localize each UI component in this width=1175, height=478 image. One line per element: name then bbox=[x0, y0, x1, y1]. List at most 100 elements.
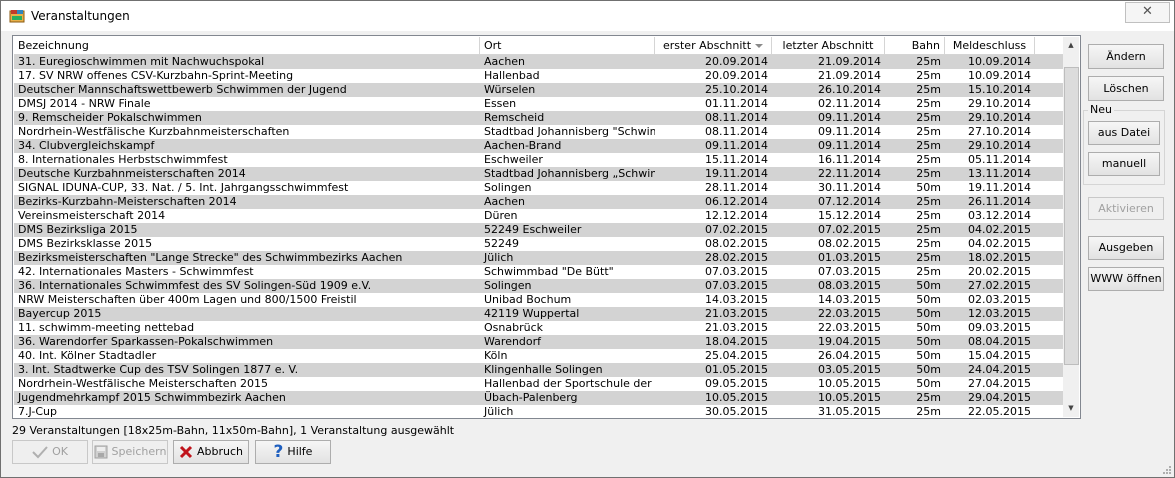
cell-location: Solingen bbox=[484, 181, 532, 194]
cell-last-section: 21.09.2014 bbox=[818, 69, 881, 82]
status-text: 29 Veranstaltungen [18x25m-Bahn, 11x50m-… bbox=[12, 424, 455, 437]
cancel-button[interactable]: Abbruch bbox=[173, 440, 249, 464]
table-row[interactable]: SIGNAL IDUNA-CUP, 33. Nat. / 5. Int. Jah… bbox=[14, 181, 1063, 195]
cell-location: Übach-Palenberg bbox=[484, 391, 578, 404]
cell-last-section: 07.03.2015 bbox=[818, 265, 881, 278]
ok-button[interactable]: OK bbox=[12, 440, 88, 464]
cell-name: 36. Internationales Schwimmfest des SV S… bbox=[18, 279, 372, 292]
close-button[interactable]: ✕ bbox=[1125, 2, 1170, 23]
table-row[interactable]: 40. Int. Kölner Stadtadler Köln 25.04.2015… bbox=[14, 349, 1063, 363]
activate-button[interactable]: Aktivieren bbox=[1088, 197, 1164, 220]
table-row[interactable]: DMS Bezirksliga 2015 52249 Eschweiler 07.0… bbox=[14, 223, 1063, 237]
save-button[interactable]: Speichern bbox=[92, 440, 168, 464]
table-row[interactable]: Nordrhein-Westfälische Kurzbahnmeistersc… bbox=[14, 125, 1063, 139]
cell-last-section: 10.05.2015 bbox=[818, 391, 881, 404]
cell-last-section: 09.11.2014 bbox=[818, 139, 881, 152]
scrollbar-thumb[interactable] bbox=[1064, 67, 1079, 365]
cell-pool: 25m bbox=[916, 153, 941, 166]
table-row[interactable]: Nordrhein-Westfälische Meisterschaften 2… bbox=[14, 377, 1063, 391]
cell-location: Hallenbad bbox=[484, 69, 540, 82]
cell-deadline: 08.04.2015 bbox=[968, 335, 1031, 348]
open-www-button[interactable]: WWW öffnen bbox=[1088, 267, 1164, 291]
cell-location: Remscheid bbox=[484, 111, 545, 124]
cell-first-section: 07.02.2015 bbox=[705, 223, 768, 236]
table-row[interactable]: DMS Bezirksklasse 2015 52249 08.02.2015 08.… bbox=[14, 237, 1063, 251]
delete-button[interactable]: Löschen bbox=[1088, 76, 1164, 101]
cell-name: DMS Bezirksklasse 2015 bbox=[18, 237, 153, 250]
output-button[interactable]: Ausgeben bbox=[1088, 236, 1164, 260]
table-row[interactable]: 34. Clubvergleichskampf Aachen-Brand 09.11… bbox=[14, 139, 1063, 153]
cell-deadline: 04.02.2015 bbox=[968, 223, 1031, 236]
table-row[interactable]: Bezirks-Kurzbahn-Meisterschaften 2014 Aac… bbox=[14, 195, 1063, 209]
cell-pool: 50m bbox=[916, 335, 941, 348]
cell-last-section: 08.03.2015 bbox=[818, 279, 881, 292]
table-row[interactable]: 8. Internationales Herbstschwimmfest Esch… bbox=[14, 153, 1063, 167]
cell-name: 3. Int. Stadtwerke Cup des TSV Solingen … bbox=[18, 363, 299, 376]
cell-deadline: 19.11.2014 bbox=[968, 181, 1031, 194]
cell-first-section: 20.09.2014 bbox=[705, 55, 768, 68]
from-file-button[interactable]: aus Datei bbox=[1088, 121, 1160, 145]
table-row[interactable]: 11. schwimm-meeting nettebad Osnabrück 21.… bbox=[14, 321, 1063, 335]
cell-pool: 25m bbox=[916, 83, 941, 96]
cell-first-section: 06.12.2014 bbox=[705, 195, 768, 208]
cell-first-section: 12.12.2014 bbox=[705, 209, 768, 222]
table-row[interactable]: NRW Meisterschaften über 400m Lagen und … bbox=[14, 293, 1063, 307]
cell-last-section: 07.02.2015 bbox=[818, 223, 881, 236]
cell-last-section: 14.03.2015 bbox=[818, 293, 881, 306]
cell-first-section: 28.02.2015 bbox=[705, 251, 768, 264]
column-header-name[interactable]: Bezeichnung bbox=[14, 37, 480, 54]
table-row[interactable]: 3. Int. Stadtwerke Cup des TSV Solingen … bbox=[14, 363, 1063, 377]
cell-name: 7.J-Cup bbox=[18, 405, 57, 418]
cell-last-section: 30.11.2014 bbox=[818, 181, 881, 194]
table-row[interactable]: 42. Internationales Masters - Schwimmfes… bbox=[14, 265, 1063, 279]
floppy-disk-icon bbox=[94, 445, 108, 459]
cell-deadline: 05.11.2014 bbox=[968, 153, 1031, 166]
table-row[interactable]: Jugendmehrkampf 2015 Schwimmbezirk Aache… bbox=[14, 391, 1063, 405]
table-header: Bezeichnung Ort erster Abschnitt letzter… bbox=[14, 37, 1063, 55]
cell-location: Essen bbox=[484, 97, 517, 110]
column-header-deadline[interactable]: Meldeschluss bbox=[945, 37, 1035, 54]
help-button[interactable]: ? Hilfe bbox=[255, 440, 331, 464]
table-body: 31. Euregioschwimmen mit Nachwuchspokal A… bbox=[14, 55, 1063, 418]
table-row[interactable]: 7.J-Cup Jülich 30.05.2015 31.05.2015 25m 22.0… bbox=[14, 405, 1063, 418]
table-row[interactable]: 36. Internationales Schwimmfest des SV S… bbox=[14, 279, 1063, 293]
cell-deadline: 03.12.2014 bbox=[968, 209, 1031, 222]
cell-last-section: 26.04.2015 bbox=[818, 349, 881, 362]
cell-deadline: 24.04.2015 bbox=[968, 363, 1031, 376]
table-row[interactable]: 36. Warendorfer Sparkassen-Pokalschwimme… bbox=[14, 335, 1063, 349]
cell-pool: 25m bbox=[916, 209, 941, 222]
resize-grip-icon[interactable] bbox=[1162, 465, 1172, 475]
table-row[interactable]: Vereinsmeisterschaft 2014 Düren 12.12.2014… bbox=[14, 209, 1063, 223]
window-title: Veranstaltungen bbox=[31, 9, 130, 23]
cell-name: Nordrhein-Westfälische Kurzbahnmeistersc… bbox=[18, 125, 290, 138]
cell-location: Aachen bbox=[484, 195, 526, 208]
cell-first-section: 08.11.2014 bbox=[705, 125, 768, 138]
events-table[interactable]: Bezeichnung Ort erster Abschnitt letzter… bbox=[12, 35, 1081, 419]
manual-button[interactable]: manuell bbox=[1088, 152, 1160, 176]
table-row[interactable]: 9. Remscheider Pokalschwimmen Remscheid 08… bbox=[14, 111, 1063, 125]
cell-deadline: 29.10.2014 bbox=[968, 97, 1031, 110]
edit-button[interactable]: Ändern bbox=[1088, 44, 1164, 69]
cell-first-section: 10.05.2015 bbox=[705, 391, 768, 404]
table-row[interactable]: Bezirksmeisterschaften "Lange Strecke" d… bbox=[14, 251, 1063, 265]
scroll-down-icon[interactable]: ▼ bbox=[1063, 400, 1079, 417]
vertical-scrollbar[interactable]: ▲ ▼ bbox=[1063, 37, 1079, 417]
cell-location: Solingen bbox=[484, 279, 532, 292]
table-row[interactable]: 17. SV NRW offenes CSV-Kurzbahn-Sprint-M… bbox=[14, 69, 1063, 83]
scroll-up-icon[interactable]: ▲ bbox=[1063, 37, 1079, 54]
cell-pool: 25m bbox=[916, 69, 941, 82]
column-header-location[interactable]: Ort bbox=[480, 37, 655, 54]
cell-name: DMS Bezirksliga 2015 bbox=[18, 223, 138, 236]
table-row[interactable]: Deutscher Mannschaftswettbewerb Schwimme… bbox=[14, 83, 1063, 97]
column-header-pool[interactable]: Bahn bbox=[885, 37, 945, 54]
column-header-first-section[interactable]: erster Abschnitt bbox=[655, 37, 772, 54]
table-row[interactable]: 31. Euregioschwimmen mit Nachwuchspokal A… bbox=[14, 55, 1063, 69]
table-row[interactable]: DMSJ 2014 - NRW Finale Essen 01.11.2014 02.… bbox=[14, 97, 1063, 111]
cell-deadline: 27.02.2015 bbox=[968, 279, 1031, 292]
table-row[interactable]: Deutsche Kurzbahnmeisterschaften 2014 Sta… bbox=[14, 167, 1063, 181]
cell-deadline: 22.05.2015 bbox=[968, 405, 1031, 418]
cell-name: Jugendmehrkampf 2015 Schwimmbezirk Aache… bbox=[18, 391, 286, 404]
table-row[interactable]: Bayercup 2015 42119 Wuppertal 21.03.2015 22… bbox=[14, 307, 1063, 321]
checkmark-icon bbox=[32, 446, 48, 459]
column-header-last-section[interactable]: letzter Abschnitt bbox=[772, 37, 885, 54]
